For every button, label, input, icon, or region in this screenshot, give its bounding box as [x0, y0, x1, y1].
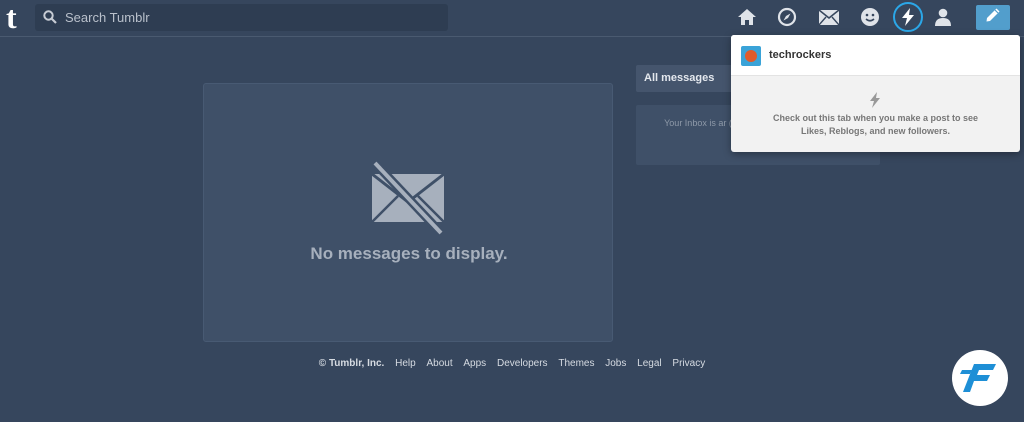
messaging-icon[interactable] [859, 6, 881, 28]
lightning-icon [869, 92, 881, 113]
pencil-icon [985, 7, 1001, 28]
tumblr-logo[interactable]: t [6, 0, 28, 35]
footer-link-privacy[interactable]: Privacy [672, 358, 705, 369]
activity-dropdown: techrockers Check out this tab when you … [731, 35, 1020, 152]
footer: © Tumblr, Inc. Help About Apps Developer… [0, 358, 1024, 369]
tab-all-messages-label: All messages [644, 72, 715, 84]
no-mail-icon [370, 159, 446, 241]
footer-link-jobs[interactable]: Jobs [605, 358, 626, 369]
footer-copyright: © Tumblr, Inc. [318, 358, 385, 369]
tumblr-logo-letter: t [6, 0, 17, 35]
footer-link-about[interactable]: About [426, 358, 452, 369]
footer-link-legal[interactable]: Legal [637, 358, 661, 369]
explore-icon[interactable] [776, 6, 798, 28]
footer-link-apps[interactable]: Apps [463, 358, 486, 369]
footer-link-themes[interactable]: Themes [558, 358, 594, 369]
search-icon [43, 10, 57, 29]
search-input[interactable] [65, 4, 435, 31]
inbox-empty-panel: No messages to display. [203, 83, 613, 342]
activity-icon[interactable] [893, 2, 923, 32]
empty-message: No messages to display. [310, 244, 508, 263]
top-bar: t [0, 0, 1024, 37]
avatar [741, 46, 761, 66]
home-icon[interactable] [736, 6, 758, 28]
footer-link-help[interactable]: Help [395, 358, 416, 369]
blog-selector[interactable]: techrockers [731, 35, 1020, 76]
activity-hint: Check out this tab when you make a post … [772, 113, 979, 136]
search-bar[interactable] [35, 4, 448, 31]
account-icon[interactable] [932, 6, 954, 28]
compose-button[interactable] [976, 5, 1010, 30]
watermark-logo-icon [952, 350, 1008, 406]
footer-link-developers[interactable]: Developers [497, 358, 548, 369]
inbox-icon[interactable] [818, 6, 840, 28]
blog-username: techrockers [769, 49, 832, 61]
